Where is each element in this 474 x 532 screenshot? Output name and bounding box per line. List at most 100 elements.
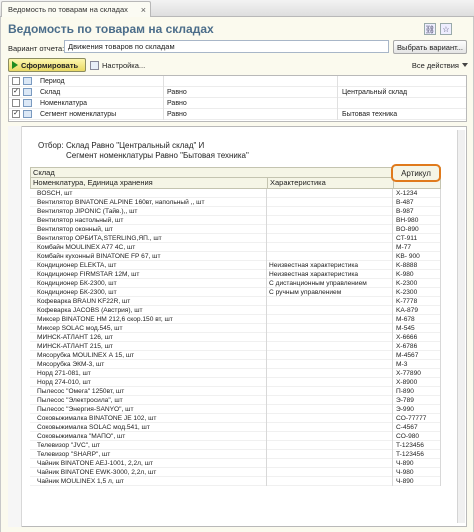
table-row[interactable]: Вентилятор BINATONE ALPINE 160вт, наполь… [30, 198, 441, 207]
filter-row[interactable]: Период [9, 75, 466, 87]
cell-characteristic [266, 252, 392, 261]
settings-button-label: Настройка... [102, 60, 146, 70]
table-row[interactable]: Норд 274-010, шт X-8900 [30, 378, 441, 387]
cell-nomenclature: Чайник MOULINEX 1,5 л, шт [37, 478, 124, 485]
table-row[interactable]: Вентилятор JIPONIC (Тайв.),, шт B-987 [30, 207, 441, 216]
table-row[interactable]: МИНСК-АТЛАНТ 215, шт X-6786 [30, 342, 441, 351]
cell-nomenclature: Комбайн кухонный BINATONE FP 67, шт [37, 253, 161, 260]
filter-row[interactable]: Номенклатура Равно [9, 97, 466, 109]
cell-characteristic [266, 459, 392, 468]
table-row[interactable]: Кофеварка BRAUN KF22R, шт K-7778 [30, 297, 441, 306]
cell-characteristic [266, 225, 392, 234]
filter-row[interactable]: ✓ Склад Равно Центральный склад [9, 86, 466, 98]
cell-article: T-123456 [392, 450, 441, 459]
table-row[interactable]: Норд 271-081, шт X-77890 [30, 369, 441, 378]
filter-value [337, 75, 342, 87]
filter-name: Период [40, 77, 65, 85]
table-row[interactable]: Кондиционер БК-2300, шт С ручным управлен… [30, 288, 441, 297]
cell-article: M-678 [392, 315, 441, 324]
all-actions-label: Все действия [411, 60, 459, 70]
filter-field-icon [23, 99, 32, 107]
all-actions-button[interactable]: Все действия [396, 58, 468, 72]
filter-checkbox[interactable] [12, 99, 20, 107]
table-row[interactable]: Миксер SOLAC мод.545, шт M-545 [30, 324, 441, 333]
cell-article: X-8900 [392, 378, 441, 387]
cell-nomenclature: Пылесос "Омега" 1250вт, шт [37, 388, 125, 395]
cell-characteristic [266, 432, 392, 441]
table-row[interactable]: Вентилятор оконный, шт BO-890 [30, 225, 441, 234]
filter-checkbox[interactable]: ✓ [12, 88, 20, 96]
generate-button[interactable]: Сформировать [8, 58, 86, 72]
table-row[interactable]: Пылесос "Энергия-SANYO", шт Э-990 [30, 405, 441, 414]
table-row[interactable]: Кондиционер FIRMSTAR 12М, шт Неизвестная … [30, 270, 441, 279]
filter-summary-label: Отбор: [38, 141, 64, 150]
cell-article: K-8888 [392, 261, 441, 270]
cell-characteristic: С дистанционным управлением [266, 279, 392, 288]
cell-characteristic [266, 351, 392, 360]
filter-checkbox[interactable] [12, 77, 20, 85]
table-row[interactable]: Кондиционер БК-2300, шт С дистанционным у… [30, 279, 441, 288]
cell-characteristic [266, 468, 392, 477]
table-row[interactable]: Миксер BINATONE HM 212,6 скор.150 вт, шт… [30, 315, 441, 324]
table-row[interactable]: Соковыжималка BINATONE JE 102, шт CO-7777… [30, 414, 441, 423]
table-row[interactable]: Комбайн кухонный BINATONE FP 67, шт KB- 9… [30, 252, 441, 261]
tab-report[interactable]: Ведомость по товарам на складах × [1, 1, 151, 17]
table-row[interactable]: BOSCH, шт X-1234 [30, 189, 441, 198]
cell-nomenclature: Соковыжималка "МАПО", шт [37, 433, 126, 440]
table-row[interactable]: Кондиционер ELEKTA, шт Неизвестная характ… [30, 261, 441, 270]
table-row[interactable]: Чайник BINATONE AEJ-1001, 2,2л, шт Ч-890 [30, 459, 441, 468]
cell-nomenclature: Кофеварка JACOBS (Австрия), шт [37, 307, 143, 314]
cell-nomenclature: Соковыжималка BINATONE JE 102, шт [37, 415, 157, 422]
table-row[interactable]: Кофеварка JACOBS (Австрия), шт KA-879 [30, 306, 441, 315]
cell-characteristic: Неизвестная характеристика [266, 270, 392, 279]
cell-article: K-7778 [392, 297, 441, 306]
table-row[interactable]: Телевизор "JVC", шт T-123456 [30, 441, 441, 450]
cell-article: KB- 900 [392, 252, 441, 261]
variant-field[interactable]: Движения товаров по складам [64, 40, 389, 53]
filter-condition [163, 75, 167, 87]
cell-article: CO-980 [392, 432, 441, 441]
cell-characteristic [266, 450, 392, 459]
cell-article: K-2300 [392, 288, 441, 297]
settings-icon [90, 60, 99, 70]
table-row[interactable]: Мясорубка MOULINEX А 15, шт M-4567 [30, 351, 441, 360]
table-row[interactable]: Вентилятор настольный, шт BH-980 [30, 216, 441, 225]
cell-characteristic: Неизвестная характеристика [266, 261, 392, 270]
cell-article: Ч-890 [392, 459, 441, 468]
cell-nomenclature: Кондиционер ELEKTA, шт [37, 262, 117, 269]
filter-field-icon [23, 88, 32, 96]
cell-article: Ч-980 [392, 468, 441, 477]
table-row[interactable]: Мясорубка ЭКМ-3, шт M-3 [30, 360, 441, 369]
table-row[interactable]: Вентилятор ОРБИТА,STERLING,ЯП., шт CT-911 [30, 234, 441, 243]
cell-nomenclature: Вентилятор настольный, шт [37, 217, 124, 224]
play-icon [12, 61, 18, 69]
table-row[interactable]: Чайник MOULINEX 1,5 л, шт Ч-890 [30, 477, 441, 486]
table-row[interactable]: Соковыжималка SOLAC мод.541, шт C-4567 [30, 423, 441, 432]
cell-article: Э-789 [392, 396, 441, 405]
select-variant-button[interactable]: Выбрать вариант... [393, 40, 467, 54]
cell-article: X-6786 [392, 342, 441, 351]
close-icon[interactable]: × [141, 5, 146, 15]
filter-field-icon [23, 110, 32, 118]
table-row[interactable]: Соковыжималка "МАПО", шт CO-980 [30, 432, 441, 441]
table-row[interactable]: Пылесос "Омега" 1250вт, шт П-890 [30, 387, 441, 396]
table-row[interactable]: Телевизор "SHARP", шт T-123456 [30, 450, 441, 459]
cell-characteristic [266, 369, 392, 378]
filter-summary-line: Сегмент номенклатуры Равно "Бытовая техн… [66, 151, 249, 160]
cell-nomenclature: Кондиционер БК-2300, шт [37, 280, 117, 287]
vertical-scrollbar[interactable] [457, 130, 465, 523]
link-icon[interactable]: ⛓ [424, 23, 436, 35]
filter-checkbox[interactable]: ✓ [12, 110, 20, 118]
cell-nomenclature: BOSCH, шт [37, 190, 73, 197]
cell-characteristic [266, 378, 392, 387]
settings-button[interactable]: Настройка... [90, 58, 160, 72]
table-row[interactable]: Комбайн MOULINEX A77 4С, шт M-77 [30, 243, 441, 252]
table-row[interactable]: МИНСК-АТЛАНТ 126, шт X-6666 [30, 333, 441, 342]
star-icon[interactable]: ☆ [440, 23, 452, 35]
table-row[interactable]: Чайник BINATONE EWK-3000, 2,2л, шт Ч-980 [30, 468, 441, 477]
page-title: Ведомость по товарам на складах [8, 22, 214, 36]
table-row[interactable]: Пылесос "Электросила", шт Э-789 [30, 396, 441, 405]
cell-article: X-77890 [392, 369, 441, 378]
cell-article: M-3 [392, 360, 441, 369]
filter-row[interactable]: ✓ Сегмент номенклатуры Равно Бытовая тех… [9, 108, 466, 120]
